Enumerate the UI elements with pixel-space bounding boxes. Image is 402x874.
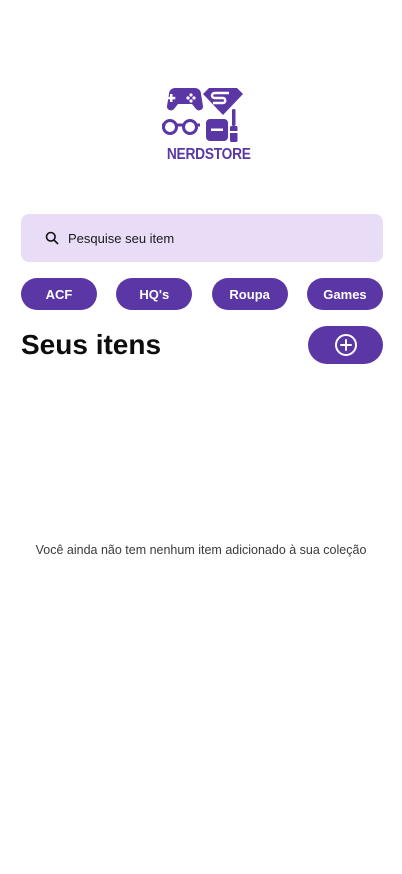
category-chip-acf[interactable]: ACF [21,278,97,310]
logo-text: NERDSTORE [166,146,251,163]
page-title: Seus itens [21,329,162,360]
category-chip-games[interactable]: Games [306,278,383,310]
search-bar[interactable]: Pesquise seu item [21,214,383,262]
empty-state-message: Você ainda não tem nenhum item adicionad… [35,543,367,557]
search-icon [45,231,59,245]
add-item-button[interactable] [308,326,383,364]
search-input[interactable]: Pesquise seu item [68,231,174,246]
plus-circle-icon [334,334,357,356]
app-logo: NERDSTORE [161,85,251,167]
nerdstore-logo-icon [162,88,243,142]
category-filters: ACF HQ's Roupa Games [21,278,383,310]
category-chip-roupa[interactable]: Roupa [211,278,288,310]
category-chip-hqs[interactable]: HQ's [116,278,193,310]
screen: NERDSTORE Pesquise seu item ACF HQ's Rou… [0,0,402,874]
